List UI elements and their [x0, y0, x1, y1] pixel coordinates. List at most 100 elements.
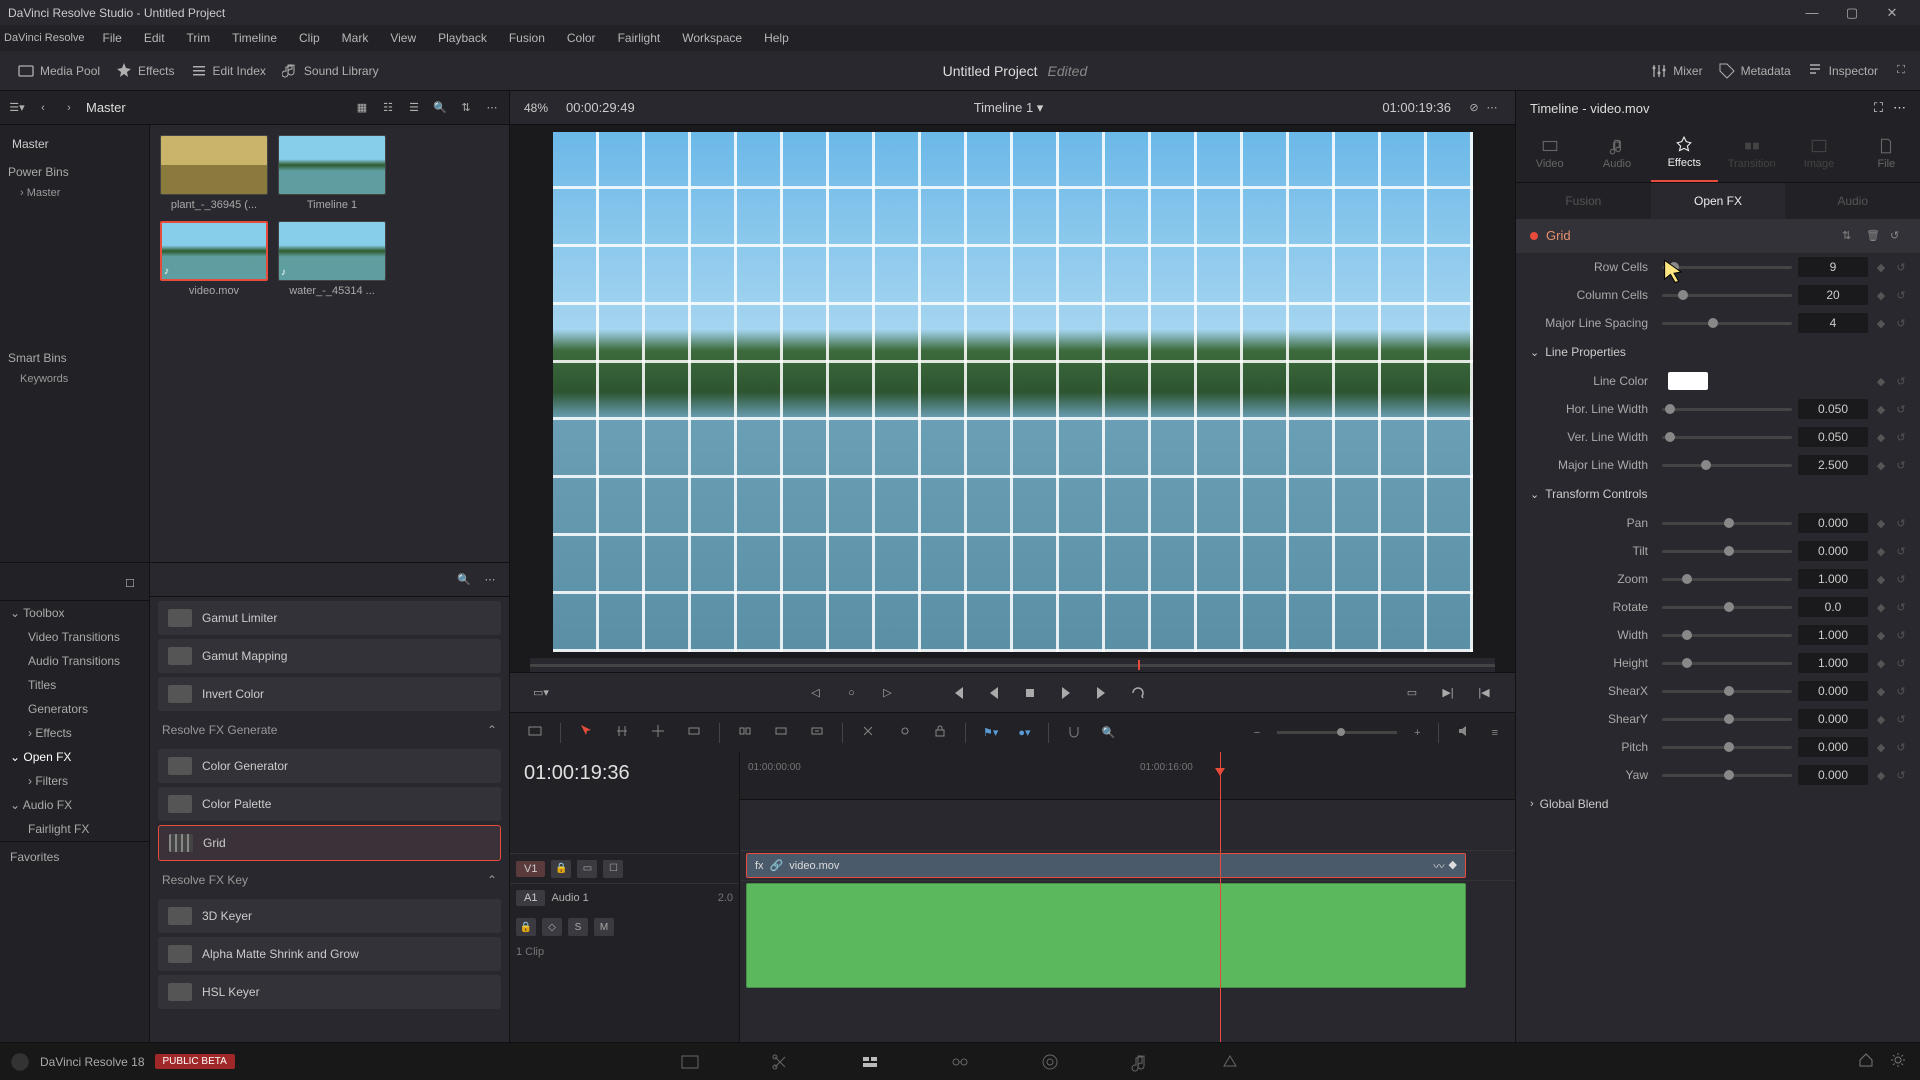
mixer-toggle[interactable]: Mixer [1643, 59, 1710, 83]
viewer[interactable] [510, 125, 1515, 658]
clip-retime-icon[interactable]: ◆ [1449, 858, 1457, 874]
slider[interactable] [1662, 464, 1792, 467]
keyframe-icon[interactable]: ◆ [1874, 685, 1888, 698]
nav-fwd-icon[interactable]: › [60, 99, 78, 117]
section-line-properties[interactable]: Line Properties [1516, 337, 1920, 367]
menu-color[interactable]: Color [557, 27, 606, 49]
effects-toggle[interactable]: Effects [108, 59, 182, 83]
tab-effects[interactable]: Effects [1651, 125, 1718, 182]
subtab-openfx[interactable]: Open FX [1651, 183, 1786, 219]
reset-icon[interactable]: ↺ [1894, 375, 1908, 388]
menu-fairlight[interactable]: Fairlight [608, 27, 671, 49]
keyframe-icon[interactable]: ◆ [1874, 431, 1888, 444]
favorites-header[interactable]: Favorites [0, 841, 149, 872]
menu-workspace[interactable]: Workspace [672, 27, 752, 49]
slider[interactable] [1662, 550, 1792, 553]
options-icon[interactable]: ⋯ [481, 571, 499, 589]
track-badge-a1[interactable]: A1 [516, 890, 545, 906]
slider[interactable] [1662, 746, 1792, 749]
inspector-toggle[interactable]: Inspector [1799, 59, 1886, 83]
value-column-cells[interactable]: 20 [1798, 285, 1868, 305]
options-icon[interactable]: ⋯ [1893, 100, 1906, 116]
track-options-icon[interactable]: ≡ [1489, 724, 1501, 742]
arm-icon[interactable]: ◇ [542, 918, 562, 936]
reset-icon[interactable]: ↺ [1894, 741, 1908, 754]
keyframe-icon[interactable]: ◆ [1874, 629, 1888, 642]
fx-effects[interactable]: › Effects [0, 721, 149, 745]
value-major-spacing[interactable]: 4 [1798, 313, 1868, 333]
timeline-name[interactable]: Timeline 1 ▾ [974, 100, 1044, 116]
panel-layout-icon[interactable]: ☐ [121, 575, 139, 593]
match-frame-icon[interactable]: ▭ [1401, 682, 1423, 704]
reset-icon[interactable]: ↺ [1894, 545, 1908, 558]
viewer-mode-icon[interactable]: ▭▾ [530, 682, 552, 704]
trim-tool-icon[interactable] [611, 720, 633, 745]
menu-help[interactable]: Help [754, 27, 799, 49]
keyframe-icon[interactable]: ◆ [1874, 741, 1888, 754]
clip-speed-icon[interactable]: 〰 [1434, 858, 1445, 874]
zoom-in-icon[interactable]: + [1411, 724, 1423, 742]
subtab-audio[interactable]: Audio [1785, 183, 1920, 219]
fx-fairlight[interactable]: Fairlight FX [0, 817, 149, 841]
keyframe-icon[interactable]: ◆ [1874, 713, 1888, 726]
menu-view[interactable]: View [380, 27, 426, 49]
maximize-button[interactable]: ▢ [1832, 5, 1872, 21]
slider[interactable] [1662, 408, 1792, 411]
solo-button[interactable]: S [568, 918, 588, 936]
home-icon[interactable] [1858, 1052, 1874, 1071]
page-color[interactable] [1035, 1047, 1065, 1077]
menu-trim[interactable]: Trim [177, 27, 221, 49]
smart-bins-header[interactable]: Smart Bins [0, 343, 149, 369]
clip-item[interactable]: ♪video.mov [160, 221, 268, 297]
reset-icon[interactable]: ↺ [1894, 517, 1908, 530]
search-icon[interactable]: 🔍 [431, 99, 449, 117]
mute-button[interactable]: M [594, 918, 614, 936]
go-last-icon[interactable] [1091, 682, 1113, 704]
fx-openfx[interactable]: ⌄ Open FX [0, 745, 149, 769]
reset-icon[interactable]: ↺ [1894, 629, 1908, 642]
power-bin-master[interactable]: › Master [0, 183, 149, 203]
menu-mark[interactable]: Mark [332, 27, 379, 49]
blade-icon[interactable] [857, 720, 879, 745]
slider[interactable] [1662, 690, 1792, 693]
effect-reset-icon[interactable]: ↺ [1890, 229, 1906, 242]
fx-generators[interactable]: Generators [0, 697, 149, 721]
blade-tool-icon[interactable] [683, 720, 705, 745]
fx-toolbox[interactable]: ⌄ Toolbox [0, 601, 149, 625]
slider-row-cells[interactable] [1662, 266, 1792, 269]
reset-icon[interactable]: ↺ [1894, 573, 1908, 586]
bypass-icon[interactable]: ⊘ [1465, 99, 1483, 117]
tab-audio[interactable]: Audio [1583, 125, 1650, 182]
fx-item[interactable]: Color Palette [158, 787, 501, 821]
tab-video[interactable]: Video [1516, 125, 1583, 182]
page-media[interactable] [675, 1047, 705, 1077]
strip-view-icon[interactable]: ☷ [379, 99, 397, 117]
track-badge-v1[interactable]: V1 [516, 861, 545, 877]
bin-dropdown-icon[interactable]: ☰▾ [8, 99, 26, 117]
fx-item-grid[interactable]: Grid [158, 825, 501, 861]
slider-column-cells[interactable] [1662, 294, 1792, 297]
reset-icon[interactable]: ↺ [1894, 431, 1908, 444]
go-first-icon[interactable] [947, 682, 969, 704]
flag-icon[interactable]: ⚑▾ [980, 723, 1001, 742]
timeline-view-icon[interactable] [524, 720, 546, 745]
video-track[interactable]: fx 🔗 video.mov 〰◆ [740, 850, 1515, 880]
fx-item[interactable]: Alpha Matte Shrink and Grow [158, 937, 501, 971]
slider[interactable] [1662, 436, 1792, 439]
close-button[interactable]: ✕ [1872, 5, 1912, 21]
overwrite-icon[interactable] [770, 720, 792, 745]
sort-icon[interactable]: ⇅ [457, 99, 475, 117]
keyframe-icon[interactable]: ◆ [1874, 403, 1888, 416]
keyframe-icon[interactable]: ◆ [1874, 769, 1888, 782]
stop-icon[interactable] [1019, 682, 1041, 704]
fx-filters[interactable]: › Filters [0, 769, 149, 793]
slider[interactable] [1662, 606, 1792, 609]
timeline-ruler[interactable]: 01:00:00:00 01:00:16:00 [740, 752, 1515, 800]
section-global-blend[interactable]: Global Blend [1516, 789, 1920, 819]
sound-library-toggle[interactable]: Sound Library [274, 59, 387, 83]
fx-audio-transitions[interactable]: Audio Transitions [0, 649, 149, 673]
fx-titles[interactable]: Titles [0, 673, 149, 697]
viewer-options-icon[interactable]: ⋯ [1483, 99, 1501, 117]
keyframe-icon[interactable]: ◆ [1874, 545, 1888, 558]
track-enable-icon[interactable]: ☐ [603, 860, 623, 878]
